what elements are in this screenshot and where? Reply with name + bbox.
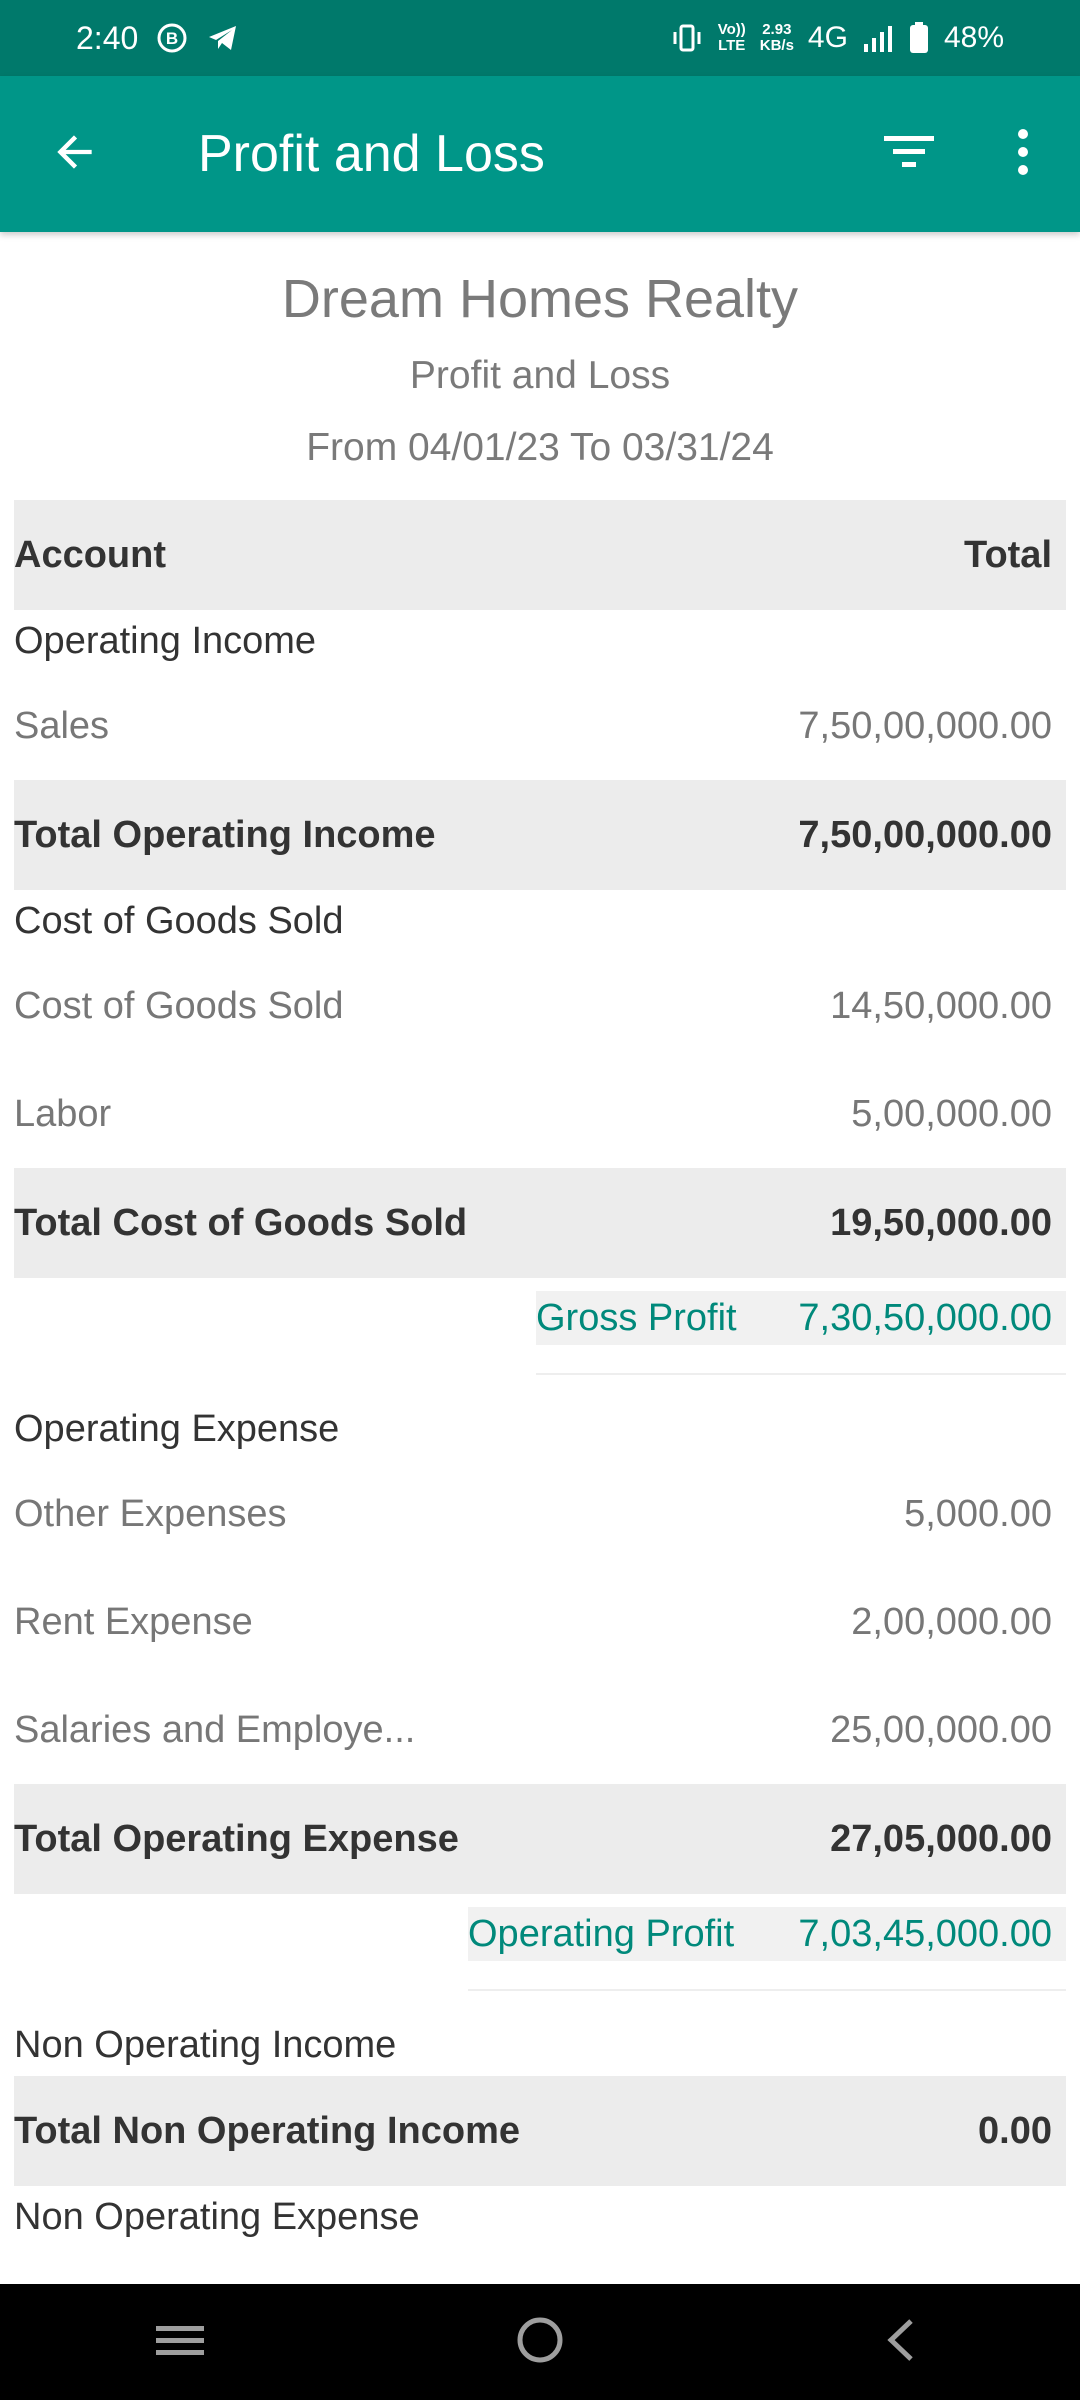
section-title: Cost of Goods Sold — [14, 899, 344, 942]
network-type: 4G — [807, 21, 848, 54]
total-value: 19,50,000.00 — [830, 1201, 1052, 1244]
net-speed: 2.93 KB/s — [760, 22, 794, 54]
volte-bottom: LTE — [718, 37, 746, 54]
row-value: 14,50,000.00 — [830, 984, 1052, 1027]
row-value: 25,00,000.00 — [830, 1708, 1052, 1751]
back-icon — [883, 2315, 917, 2370]
recent-apps-icon — [154, 2320, 206, 2365]
header-total: Total — [964, 533, 1052, 576]
row-label: Other Expenses — [14, 1492, 287, 1535]
page-title: Profit and Loss — [198, 125, 545, 183]
operating-profit-row: Operating Profit 7,03,45,000.00 — [468, 1907, 1066, 1961]
more-options-button[interactable] — [966, 76, 1080, 232]
net-speed-value: 2.93 — [762, 21, 792, 38]
total-label: Total Operating Expense — [14, 1817, 459, 1860]
system-nav-bar — [0, 2284, 1080, 2400]
report-period: From 04/01/23 To 03/31/24 — [306, 426, 774, 469]
row-value: 2,00,000.00 — [851, 1600, 1052, 1643]
net-speed-unit: KB/s — [759, 37, 794, 54]
back-button[interactable] — [0, 76, 150, 232]
filter-icon — [882, 132, 936, 177]
battery-level: 48% — [943, 21, 1004, 54]
more-vert-icon — [1016, 128, 1030, 181]
filter-button[interactable] — [852, 76, 966, 232]
section-title: Operating Income — [14, 619, 317, 662]
battery-icon — [908, 21, 930, 55]
status-time: 2:40 — [76, 19, 139, 56]
gross-profit-label: Gross Profit — [536, 1296, 737, 1339]
total-value: 7,50,00,000.00 — [798, 813, 1052, 856]
table-row[interactable]: Cost of Goods Sold 14,50,000.00 — [14, 952, 1066, 1060]
total-row: Total Operating Expense 27,05,000.00 — [14, 1784, 1066, 1894]
home-button[interactable] — [480, 2284, 600, 2400]
total-row: Total Non Operating Income 0.00 — [14, 2076, 1066, 2186]
row-label: Rent Expense — [14, 1600, 253, 1643]
gross-profit-value: 7,30,50,000.00 — [798, 1296, 1052, 1339]
divider — [536, 1373, 1066, 1375]
total-value: 27,05,000.00 — [830, 1817, 1052, 1860]
divider — [468, 1989, 1066, 1991]
section-title: Non Operating Income — [14, 2023, 397, 2066]
total-label: Total Operating Income — [14, 813, 436, 856]
table-row[interactable]: Salaries and Employe... 25,00,000.00 — [14, 1676, 1066, 1784]
section-non-operating-expense: Non Operating Expense — [14, 2186, 1066, 2248]
table-row[interactable]: Rent Expense 2,00,000.00 — [14, 1568, 1066, 1676]
total-label: Total Non Operating Income — [14, 2109, 520, 2152]
row-label: Cost of Goods Sold — [14, 984, 344, 1027]
volte-top: Vo)) — [717, 21, 746, 38]
volte-indicator: Vo)) LTE — [718, 22, 746, 54]
back-arrow-icon — [50, 127, 100, 182]
recent-apps-button[interactable] — [120, 2284, 240, 2400]
gross-profit-block: Gross Profit 7,30,50,000.00 — [14, 1278, 1066, 1388]
section-title: Operating Expense — [14, 1407, 340, 1450]
table-header: Account Total — [14, 500, 1066, 610]
section-operating-income: Operating Income — [14, 610, 1066, 672]
section-title: Non Operating Expense — [14, 2195, 420, 2238]
row-label: Sales — [14, 704, 110, 747]
section-non-operating-income: Non Operating Income — [14, 2014, 1066, 2076]
system-back-button[interactable] — [840, 2284, 960, 2400]
home-icon — [515, 2315, 565, 2370]
total-value: 0.00 — [978, 2109, 1052, 2152]
operating-profit-value: 7,03,45,000.00 — [798, 1912, 1052, 1955]
table-row[interactable]: Labor 5,00,000.00 — [14, 1060, 1066, 1168]
gross-profit-row: Gross Profit 7,30,50,000.00 — [536, 1291, 1066, 1345]
section-cogs: Cost of Goods Sold — [14, 890, 1066, 952]
b-badge-icon: B — [156, 22, 188, 54]
total-label: Total Cost of Goods Sold — [14, 1201, 468, 1244]
app-bar: Profit and Loss — [0, 76, 1080, 232]
section-operating-expense: Operating Expense — [14, 1398, 1066, 1460]
row-value: 5,000.00 — [904, 1492, 1052, 1535]
total-row: Total Operating Income 7,50,00,000.00 — [14, 780, 1066, 890]
report-title: Profit and Loss — [409, 354, 671, 397]
header-account: Account — [14, 533, 166, 576]
row-value: 7,50,00,000.00 — [798, 704, 1052, 747]
row-value: 5,00,000.00 — [851, 1092, 1052, 1135]
row-label: Labor — [14, 1092, 112, 1135]
svg-text:B: B — [166, 29, 178, 48]
signal-icon — [862, 22, 894, 54]
status-bar: 2:40 B Vo)) LTE 2.93 KB/s 4G 48% — [0, 0, 1080, 76]
operating-profit-block: Operating Profit 7,03,45,000.00 — [14, 1894, 1066, 2004]
report-header: Dream Homes Realty Profit and Loss From … — [0, 232, 1080, 470]
table-row[interactable]: Other Expenses 5,000.00 — [14, 1460, 1066, 1568]
company-name: Dream Homes Realty — [281, 269, 799, 329]
row-label: Salaries and Employe... — [14, 1708, 416, 1751]
pnl-table: Account Total Operating Income Sales 7,5… — [14, 500, 1066, 2248]
table-row[interactable]: Sales 7,50,00,000.00 — [14, 672, 1066, 780]
vibrate-icon — [670, 22, 704, 54]
telegram-icon — [206, 22, 240, 54]
operating-profit-label: Operating Profit — [468, 1912, 735, 1955]
total-row: Total Cost of Goods Sold 19,50,000.00 — [14, 1168, 1066, 1278]
